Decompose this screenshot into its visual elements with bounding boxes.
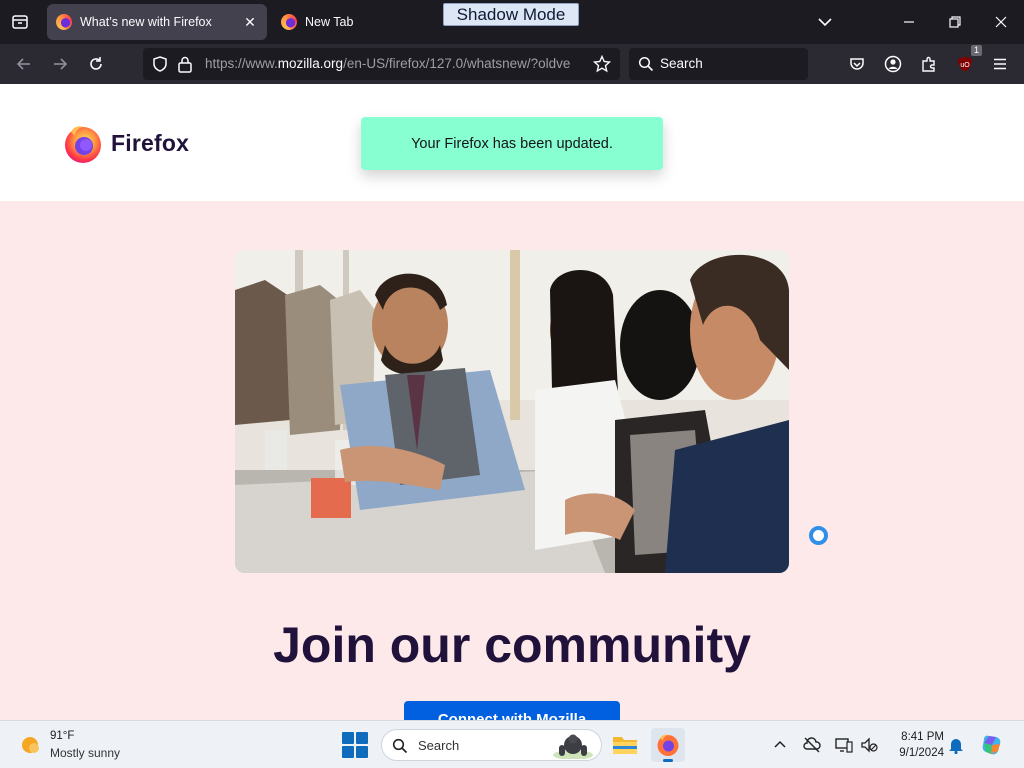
list-all-tabs-icon[interactable] (8, 10, 32, 34)
ublock-origin-icon[interactable]: uO 1 (953, 45, 982, 76)
volume-muted-icon[interactable] (859, 735, 879, 755)
minimize-icon[interactable] (894, 8, 924, 36)
tab-title: New Tab (305, 15, 354, 29)
notification-bell-icon[interactable] (946, 735, 966, 755)
firefox-favicon-icon (281, 14, 297, 30)
extension-badge: 1 (970, 45, 982, 56)
back-arrow-icon[interactable] (12, 52, 36, 76)
shadow-mode-label: Shadow Mode (443, 3, 579, 26)
taskbar: 91°F Mostly sunny Search 8:41 PM 9/1/202… (0, 720, 1024, 768)
gorilla-search-highlight-icon (551, 733, 595, 760)
tab-new-tab[interactable]: New Tab (272, 4, 442, 40)
firefox-taskbar-icon[interactable] (651, 728, 685, 762)
screen: What’s new with Firefox ✕ New Tab Shadow… (0, 0, 1024, 768)
windows-start-icon[interactable] (342, 732, 368, 758)
url-path: /en-US/firefox/127.0/whatsnew/?oldve (343, 56, 571, 71)
chevron-down-icon[interactable] (814, 12, 836, 32)
community-photo (235, 250, 789, 573)
system-clock[interactable]: 8:41 PM 9/1/2024 (888, 729, 944, 761)
sunny-weather-icon (18, 733, 42, 757)
active-app-indicator (663, 759, 673, 762)
reload-icon[interactable] (84, 52, 108, 76)
file-explorer-icon[interactable] (608, 728, 642, 762)
pocket-icon[interactable] (845, 52, 869, 76)
taskbar-search-placeholder: Search (418, 738, 460, 753)
shield-icon[interactable] (151, 55, 169, 78)
update-notice: Your Firefox has been updated. (361, 117, 663, 170)
clock-date: 9/1/2024 (899, 747, 944, 759)
puzzle-icon[interactable] (917, 52, 941, 76)
weather-desc: Mostly sunny (50, 746, 121, 760)
weather-temp: 91°F (50, 730, 75, 742)
forward-arrow-icon[interactable] (48, 52, 72, 76)
tab-strip: What’s new with Firefox ✕ New Tab Shadow… (0, 0, 1024, 44)
url-prefix: https://www. (205, 56, 278, 71)
firefox-wordmark[interactable]: Firefox (111, 130, 189, 157)
hamburger-menu-icon[interactable] (988, 52, 1012, 76)
display-network-icon[interactable] (834, 735, 854, 755)
account-icon[interactable] (881, 52, 905, 76)
svg-text:uO: uO (960, 62, 970, 69)
close-icon[interactable] (986, 8, 1016, 36)
tab-whats-new[interactable]: What’s new with Firefox ✕ (47, 4, 267, 40)
firefox-favicon-icon (56, 14, 72, 30)
url-domain: mozilla.org (277, 56, 344, 71)
copilot-icon[interactable] (980, 733, 1004, 757)
clock-time: 8:41 PM (901, 731, 944, 743)
tab-title: What’s new with Firefox (80, 15, 212, 29)
firefox-logo-icon[interactable] (63, 124, 103, 164)
navigation-toolbar: https://www.mozilla.org/en-US/firefox/12… (0, 44, 1024, 84)
url-text[interactable]: https://www.mozilla.org/en-US/firefox/12… (205, 56, 585, 71)
star-icon[interactable] (592, 54, 612, 78)
page-heading: Join our community (273, 617, 751, 673)
onedrive-offline-icon[interactable] (802, 735, 822, 755)
main-section: Join our community Connect with Mozilla (0, 201, 1024, 720)
search-icon (638, 56, 654, 77)
search-icon (392, 738, 408, 759)
loading-indicator-icon (809, 526, 828, 545)
url-bar[interactable]: https://www.mozilla.org/en-US/firefox/12… (143, 48, 620, 80)
page-header: Firefox Your Firefox has been updated. (0, 84, 1024, 201)
chevron-up-icon[interactable] (770, 735, 790, 755)
connect-with-mozilla-button[interactable]: Connect with Mozilla (404, 701, 620, 720)
close-icon[interactable]: ✕ (241, 13, 259, 31)
search-bar[interactable]: Search (629, 48, 808, 80)
lock-icon[interactable] (177, 55, 193, 78)
taskbar-search[interactable]: Search (381, 729, 602, 761)
restore-icon[interactable] (940, 8, 970, 36)
search-placeholder: Search (660, 56, 703, 71)
weather-widget[interactable]: 91°F Mostly sunny (18, 729, 148, 763)
web-page: Firefox Your Firefox has been updated. J… (0, 84, 1024, 720)
